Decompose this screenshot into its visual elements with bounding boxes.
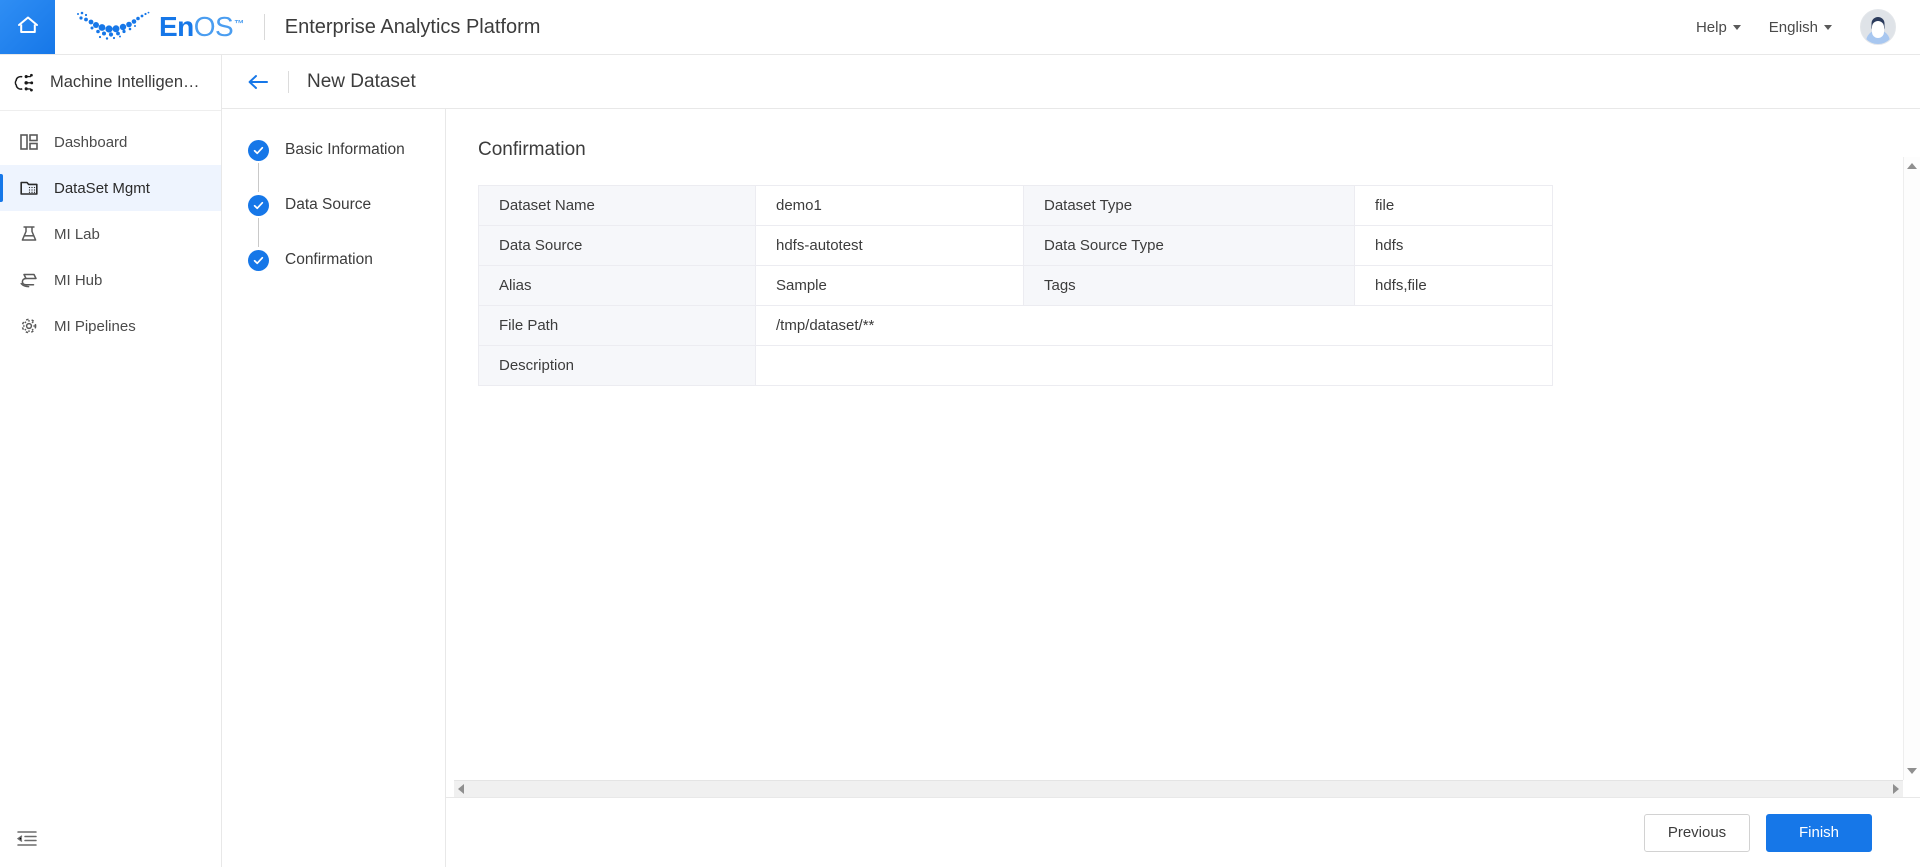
step-check-icon [248, 194, 269, 216]
row-value: hdfs-autotest [755, 225, 1024, 266]
horizontal-scrollbar[interactable] [454, 780, 1903, 797]
step-connector [258, 163, 259, 192]
table-row: Data Source hdfs-autotest Data Source Ty… [478, 225, 1553, 266]
body-row: Machine Intelligen… Dashboard DataSet Mg… [0, 55, 1920, 867]
sidebar-item-dataset-mgmt[interactable]: DataSet Mgmt [0, 165, 221, 211]
header-actions: Help English [1696, 0, 1920, 54]
row-value-2: hdfs,file [1354, 265, 1553, 306]
main-panel: Confirmation Dataset Name demo1 Dataset … [446, 109, 1920, 867]
wizard-footer: Previous Finish [446, 797, 1920, 867]
row-label: Description [478, 345, 756, 386]
header-divider [263, 14, 265, 40]
brain-network-icon [14, 72, 36, 94]
step-check-icon [248, 139, 269, 161]
sidebar-nav: Dashboard DataSet Mgmt MI Lab MI Hub MI … [0, 111, 221, 809]
step-connector [258, 218, 259, 247]
sidebar-item-mi-lab[interactable]: MI Lab [0, 211, 221, 257]
flask-icon [18, 223, 40, 245]
section-title: Confirmation [478, 139, 586, 160]
hub-icon [18, 269, 40, 291]
step-label: Data Source [285, 196, 372, 213]
language-label: English [1768, 18, 1818, 36]
brand-zone: En OS ™ Enterprise Analytics Platform [55, 0, 540, 54]
row-label: File Path [478, 305, 756, 346]
pipeline-gear-icon [18, 315, 40, 337]
row-label: Dataset Name [478, 185, 756, 226]
table-row: Alias Sample Tags hdfs,file [478, 265, 1553, 306]
row-value: /tmp/dataset/** [755, 305, 1553, 346]
brand-en: En [159, 11, 194, 42]
scroll-right-arrow-icon[interactable] [1893, 784, 1899, 794]
row-value-2: file [1354, 185, 1553, 226]
row-value: demo1 [755, 185, 1024, 226]
enos-dots-icon [75, 10, 151, 44]
app-title: Enterprise Analytics Platform [284, 15, 541, 38]
home-button[interactable] [0, 0, 55, 54]
help-label: Help [1695, 18, 1727, 36]
avatar[interactable] [1860, 9, 1896, 45]
sidebar-item-label: MI Hub [54, 271, 103, 289]
chevron-down-icon [1732, 24, 1741, 30]
table-row: File Path /tmp/dataset/** [478, 305, 1553, 346]
sidebar-item-mi-hub[interactable]: MI Hub [0, 257, 221, 303]
scroll-left-arrow-icon[interactable] [458, 784, 464, 794]
step-check-icon [248, 249, 269, 271]
page-title: New Dataset [307, 70, 416, 92]
step-label: Basic Information [285, 141, 405, 158]
enos-logo[interactable]: En OS ™ [75, 10, 244, 44]
back-arrow-icon[interactable] [246, 72, 270, 92]
language-menu[interactable]: English [1769, 19, 1832, 36]
brand-os: OS [193, 11, 234, 42]
app-root: En OS ™ Enterprise Analytics Platform Help… [0, 0, 1920, 867]
step-label: Confirmation [285, 251, 373, 268]
scroll-down-arrow-icon[interactable] [1907, 768, 1917, 774]
row-label-2: Tags [1023, 265, 1355, 306]
sidebar-item-label: MI Lab [54, 225, 100, 243]
page-header: New Dataset [222, 55, 1920, 109]
dashboard-icon [18, 131, 40, 153]
home-icon [15, 13, 41, 42]
finish-button[interactable]: Finish [1766, 813, 1872, 852]
sidebar-product-header[interactable]: Machine Intelligen… [0, 55, 221, 111]
collapse-sidebar-icon[interactable] [16, 827, 38, 849]
sidebar-item-mi-pipelines[interactable]: MI Pipelines [0, 303, 221, 349]
content-area: New Dataset Basic Information Data Sourc… [222, 55, 1920, 867]
row-label-2: Dataset Type [1023, 185, 1355, 226]
step-data-source[interactable]: Data Source [222, 192, 445, 218]
row-label: Alias [478, 265, 756, 306]
sidebar-item-dashboard[interactable]: Dashboard [0, 119, 221, 165]
previous-button[interactable]: Previous [1644, 813, 1750, 852]
sidebar-footer [0, 809, 221, 867]
row-value: Sample [755, 265, 1024, 306]
wizard-row: Basic Information Data Source Confirmati… [222, 109, 1920, 867]
help-menu[interactable]: Help [1696, 19, 1741, 36]
table-row: Description [478, 345, 1553, 386]
brand-wordmark: En OS ™ [159, 11, 244, 43]
sidebar-item-label: MI Pipelines [54, 317, 136, 335]
row-label: Data Source [478, 225, 756, 266]
sidebar-product-name: Machine Intelligen… [50, 73, 200, 91]
sidebar-item-label: DataSet Mgmt [54, 179, 150, 197]
scroll-up-arrow-icon[interactable] [1907, 163, 1917, 169]
confirmation-table: Dataset Name demo1 Dataset Type file Dat… [478, 185, 1553, 386]
avatar-face [1872, 21, 1884, 38]
page-header-divider [288, 70, 289, 93]
row-value [755, 345, 1553, 386]
vertical-scrollbar[interactable] [1903, 157, 1920, 780]
folder-data-icon [18, 177, 40, 199]
sidebar-item-label: Dashboard [54, 133, 128, 151]
table-row: Dataset Name demo1 Dataset Type file [478, 185, 1553, 226]
sidebar: Machine Intelligen… Dashboard DataSet Mg… [0, 55, 222, 867]
step-confirmation[interactable]: Confirmation [222, 247, 445, 273]
wizard-steps: Basic Information Data Source Confirmati… [222, 109, 446, 867]
brand-trademark: ™ [234, 19, 244, 30]
step-basic-information[interactable]: Basic Information [222, 137, 445, 163]
chevron-down-icon [1824, 24, 1832, 30]
row-value-2: hdfs [1354, 225, 1553, 266]
confirmation-scroll-area: Confirmation Dataset Name demo1 Dataset … [446, 109, 1920, 780]
row-label-2: Data Source Type [1023, 225, 1355, 266]
top-header: En OS ™ Enterprise Analytics Platform Help… [0, 0, 1920, 55]
